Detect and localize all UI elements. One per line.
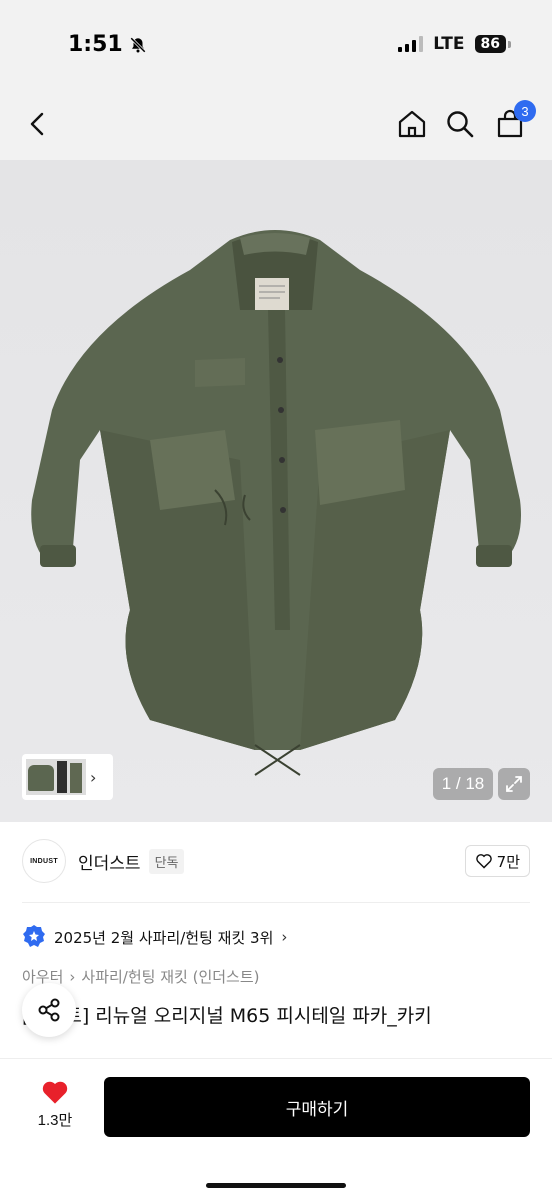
divider — [22, 902, 530, 903]
buy-button[interactable]: 구매하기 — [104, 1077, 530, 1137]
network-type: LTE — [433, 34, 465, 54]
search-icon — [447, 111, 474, 138]
heart-outline-icon — [475, 854, 492, 869]
expand-icon — [506, 776, 522, 792]
home-icon — [398, 110, 426, 138]
brand-like-count: 7만 — [496, 852, 520, 871]
home-indicator — [206, 1183, 346, 1188]
seller-row: INDUST 인더스트 단독 7만 — [22, 836, 530, 886]
signal-icon — [398, 36, 424, 52]
thumbnail-image[interactable] — [26, 759, 86, 795]
status-indicators: LTE 86 — [398, 34, 512, 54]
chevron-right-icon: › — [90, 767, 97, 787]
share-icon — [38, 998, 60, 1022]
brand-like-button[interactable]: 7만 — [464, 845, 530, 877]
wishlist-button[interactable]: 1.3만 — [28, 1079, 82, 1130]
chevron-right-icon: › — [281, 928, 288, 946]
search-button[interactable] — [440, 104, 480, 144]
ranking-link[interactable]: 2025년 2월 사파리/헌팅 재킷 3위 › — [22, 922, 287, 952]
thumbnail-strip[interactable]: › — [22, 754, 113, 800]
jacket-image — [31, 230, 521, 776]
ranking-text: 2025년 2월 사파리/헌팅 재킷 3위 — [54, 928, 274, 947]
share-button[interactable] — [22, 983, 76, 1037]
breadcrumb-subcategory[interactable]: 사파리/헌팅 재킷 (인더스트) — [81, 966, 259, 987]
battery-icon: 86 — [474, 35, 512, 53]
status-bar: 1:51 LTE 86 — [0, 0, 552, 90]
status-time: 1:51 — [68, 32, 147, 57]
heart-filled-icon — [42, 1081, 68, 1104]
chevron-right-icon: › — [69, 967, 76, 986]
cart-button[interactable]: 3 — [490, 100, 536, 144]
ranking-badge-icon — [23, 925, 45, 947]
chevron-left-icon — [30, 112, 44, 136]
bottom-action-bar: 1.3만 구매하기 — [0, 1058, 552, 1200]
product-image-gallery[interactable]: › 1 / 18 — [0, 160, 552, 822]
top-nav: 3 — [0, 90, 552, 160]
cart-count-badge: 3 — [514, 100, 536, 122]
expand-button[interactable] — [498, 768, 530, 800]
home-button[interactable] — [392, 104, 432, 144]
wishlist-count: 1.3만 — [37, 1112, 73, 1129]
exclusive-badge: 단독 — [148, 848, 185, 874]
clock: 1:51 — [68, 32, 123, 57]
seller-name[interactable]: 인더스트 — [78, 849, 141, 874]
product-title: [더세트] 리뉴얼 오리지널 M65 피시테일 파카_카키 — [22, 1005, 432, 1027]
back-button[interactable] — [18, 104, 58, 144]
image-counter: 1 / 18 — [433, 768, 493, 800]
seller-logo[interactable]: INDUST — [22, 839, 66, 883]
bell-slash-icon — [129, 36, 146, 53]
